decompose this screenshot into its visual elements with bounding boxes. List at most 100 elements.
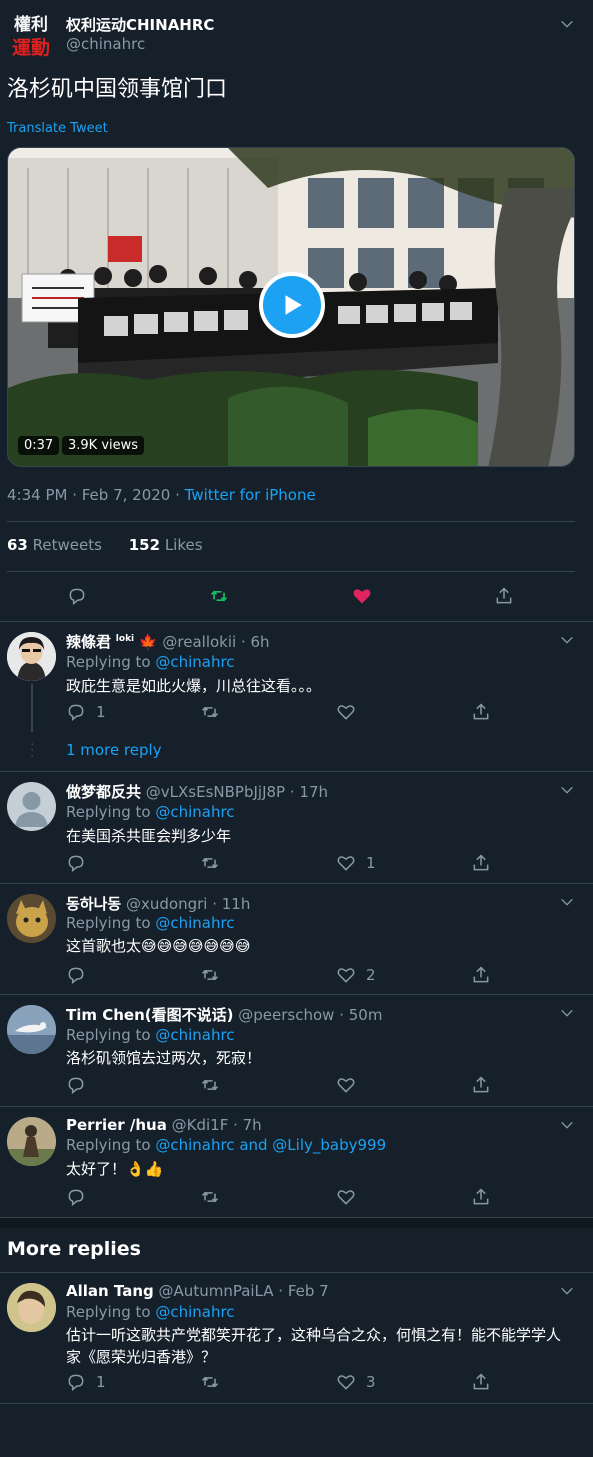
share-button[interactable]: [471, 853, 491, 873]
reply-author-name[interactable]: 동하나동: [66, 895, 121, 913]
share-button[interactable]: [494, 586, 514, 606]
retweet-button[interactable]: [209, 586, 229, 606]
like-button[interactable]: 1: [336, 853, 376, 873]
likes-label: Likes: [164, 536, 203, 554]
share-button[interactable]: [471, 702, 491, 722]
like-count: 2: [366, 966, 376, 984]
reply-tweet[interactable]: 做梦都反共 @vLXsEsNBPbJjJ8P · 17h Replying to…: [0, 772, 593, 883]
replying-to: Replying to @chinahrc and @Lily_baby999: [66, 1136, 386, 1154]
tweet-timestamp[interactable]: 4:34 PM · Feb 7, 2020 ·: [7, 486, 185, 504]
reply-author-handle[interactable]: @vLXsEsNBPbJjJ8P · 17h: [146, 783, 328, 801]
retweet-icon: [201, 1191, 219, 1203]
chevron-down-icon[interactable]: [556, 779, 578, 801]
share-button[interactable]: [471, 1075, 491, 1095]
reply-icon: [68, 1189, 84, 1207]
chevron-down-icon[interactable]: [556, 1114, 578, 1136]
play-icon: [285, 295, 302, 315]
reply-button[interactable]: 1: [66, 1372, 106, 1392]
author-avatar[interactable]: 權利 運動: [7, 10, 55, 58]
reply-icon: [68, 1077, 84, 1095]
retweet-button[interactable]: [200, 965, 220, 985]
reply-author-handle[interactable]: @Kdi1F · 7h: [172, 1116, 262, 1134]
reply-header: Perrier /hua @Kdi1F · 7h: [66, 1116, 262, 1134]
replying-to-handle[interactable]: @chinahrc: [155, 803, 234, 821]
reply-icon: [68, 1374, 84, 1392]
share-button[interactable]: [471, 1187, 491, 1207]
avatar[interactable]: [7, 894, 56, 943]
tweet-source[interactable]: Twitter for iPhone: [185, 486, 316, 504]
more-replies-heading: More replies: [7, 1238, 141, 1260]
tweet-stats: 63 Retweets 152 Likes: [7, 536, 203, 554]
reply-author-handle[interactable]: @xudongri · 11h: [126, 895, 250, 913]
like-button[interactable]: [352, 586, 372, 606]
reply-button[interactable]: [66, 853, 96, 873]
reply-button[interactable]: [66, 1187, 96, 1207]
avatar[interactable]: [7, 632, 56, 681]
reply-tweet[interactable]: 동하나동 @xudongri · 11h Replying to @chinah…: [0, 884, 593, 994]
retweets-count: 63: [7, 536, 28, 554]
translate-tweet-link[interactable]: Translate Tweet: [7, 121, 108, 136]
chevron-down-icon[interactable]: [556, 891, 578, 913]
like-button[interactable]: [336, 1187, 366, 1207]
reply-tweet[interactable]: Tim Chen(看图不说话) @peerschow · 50m Replyin…: [0, 995, 593, 1106]
reply-button[interactable]: 1: [66, 702, 106, 722]
chevron-down-icon[interactable]: [556, 1280, 578, 1302]
reply-button[interactable]: [66, 965, 96, 985]
reply-header: 동하나동 @xudongri · 11h: [66, 893, 250, 914]
replying-to-handle[interactable]: @chinahrc: [155, 653, 234, 671]
more-replies-link[interactable]: 1 more reply: [66, 741, 162, 759]
replying-to-handle[interactable]: @chinahrc: [155, 1303, 234, 1321]
reply-author-name[interactable]: Allan Tang: [66, 1282, 154, 1300]
replying-to-label: Replying to: [66, 1026, 156, 1044]
like-button[interactable]: [336, 702, 366, 722]
share-button[interactable]: [471, 1372, 491, 1392]
avatar[interactable]: [7, 782, 56, 831]
tweet-video[interactable]: 0:37 3.9K views: [7, 147, 575, 467]
replying-to-handle[interactable]: @chinahrc: [155, 1026, 234, 1044]
retweet-button[interactable]: [200, 1372, 220, 1392]
retweet-button[interactable]: [200, 1187, 220, 1207]
tweet-menu-chevron-down-icon[interactable]: [556, 13, 578, 35]
avatar[interactable]: [7, 1283, 56, 1332]
chevron-down-icon[interactable]: [556, 1002, 578, 1024]
author-name[interactable]: 权利运动CHINAHRC: [66, 14, 214, 35]
replying-to-handle[interactable]: @chinahrc and @Lily_baby999: [155, 1136, 386, 1154]
retweets-stat[interactable]: 63 Retweets: [7, 536, 102, 554]
reply-author-handle[interactable]: @AutumnPaiLA · Feb 7: [159, 1282, 329, 1300]
likes-stat[interactable]: 152 Likes: [129, 536, 203, 554]
retweet-icon: [201, 1079, 219, 1091]
play-button[interactable]: [259, 272, 325, 338]
avatar[interactable]: [7, 1005, 56, 1054]
video-duration-badge: 0:37: [18, 436, 60, 455]
reply-author-handle[interactable]: @reallokii · 6h: [162, 633, 269, 651]
reply-tweet[interactable]: Perrier /hua @Kdi1F · 7h Replying to @ch…: [0, 1107, 593, 1217]
chevron-down-icon[interactable]: [556, 629, 578, 651]
replying-to-handle[interactable]: @chinahrc: [155, 914, 234, 932]
share-icon: [473, 854, 489, 871]
reply-text: 估计一听这歌共产党都笑开花了，这种乌合之众，何惧之有！能不能学学人家《愿荣光归香…: [66, 1326, 562, 1366]
reply-tweet[interactable]: Allan Tang @AutumnPaiLA · Feb 7 Replying…: [0, 1273, 593, 1403]
like-button[interactable]: 2: [336, 965, 376, 985]
heart-icon: [337, 1375, 355, 1390]
like-button[interactable]: 3: [336, 1372, 376, 1392]
like-button[interactable]: [336, 1075, 366, 1095]
thread-line: [31, 684, 33, 732]
retweet-button[interactable]: [200, 1075, 220, 1095]
reply-author-handle[interactable]: @peerschow · 50m: [238, 1006, 382, 1024]
replying-to: Replying to @chinahrc: [66, 914, 235, 932]
retweet-button[interactable]: [200, 853, 220, 873]
replying-to-label: Replying to: [66, 803, 156, 821]
avatar[interactable]: [7, 1117, 56, 1166]
reply-author-name[interactable]: Tim Chen(看图不说话): [66, 1006, 233, 1024]
share-icon: [496, 587, 512, 604]
reply-author-name[interactable]: Perrier /hua: [66, 1116, 167, 1134]
reply-author-name[interactable]: 辣條君: [66, 633, 111, 651]
reply-tweet[interactable]: 辣條君 loki 🍁 @reallokii · 6h Replying to @…: [0, 622, 593, 771]
reply-button[interactable]: [67, 586, 87, 606]
like-count: 1: [366, 854, 376, 872]
reply-author-name[interactable]: 做梦都反共: [66, 783, 141, 801]
share-button[interactable]: [471, 965, 491, 985]
author-handle[interactable]: @chinahrc: [66, 35, 145, 53]
reply-button[interactable]: [66, 1075, 96, 1095]
retweet-button[interactable]: [200, 702, 220, 722]
